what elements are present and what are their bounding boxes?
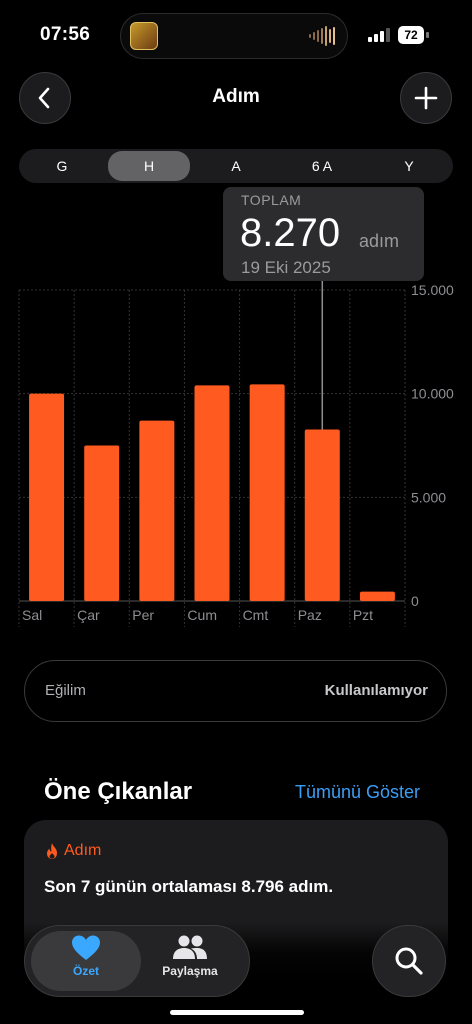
people-icon — [173, 935, 207, 959]
x-tick-label: Paz — [298, 607, 322, 623]
tab-bar: Özet Paylaşma — [24, 925, 250, 997]
bar-Cmt — [249, 384, 285, 601]
battery-indicator: 72 — [398, 26, 430, 44]
search-button[interactable] — [372, 925, 446, 997]
x-tick-label: Cmt — [243, 607, 269, 623]
segment-month[interactable]: A — [193, 149, 279, 183]
tooltip-label: TOPLAM — [241, 192, 302, 208]
bar-Çar — [84, 445, 120, 601]
selection-tooltip: TOPLAM 8.270 adım 19 Eki 2025 — [223, 187, 424, 281]
x-tick-label: Cum — [187, 607, 217, 623]
now-playing-app-icon[interactable] — [130, 22, 158, 50]
x-tick-label: Çar — [77, 607, 100, 623]
y-tick-label: 0 — [411, 593, 419, 609]
trend-row[interactable]: Eğilim Kullanılamıyor — [24, 660, 447, 722]
tooltip-value: 8.270 — [240, 211, 341, 255]
highlight-category: Adım — [44, 842, 101, 860]
segment-day[interactable]: G — [19, 149, 105, 183]
highlights-title: Öne Çıkanlar — [44, 778, 193, 805]
status-time: 07:56 — [40, 24, 91, 45]
bar-Pzt — [359, 591, 395, 601]
show-all-link[interactable]: Tümünü Göster — [295, 782, 420, 803]
y-tick-label: 15.000 — [411, 282, 454, 298]
trend-label: Eğilim — [45, 682, 86, 699]
segment-week[interactable]: H — [108, 151, 190, 181]
search-icon — [395, 947, 423, 975]
tab-summary-label: Özet — [72, 964, 99, 978]
highlight-text: Son 7 günün ortalaması 8.796 adım. — [44, 877, 334, 896]
tab-sharing-label: Paylaşma — [162, 964, 218, 978]
segment-year[interactable]: Y — [365, 149, 453, 183]
heart-icon — [72, 935, 100, 960]
x-tick-label: Sal — [22, 607, 42, 623]
segment-six-months[interactable]: 6 A — [279, 149, 365, 183]
tab-sharing[interactable]: Paylaşma — [135, 934, 245, 978]
tooltip-unit: adım — [359, 231, 400, 251]
audio-waveform-icon — [309, 26, 335, 46]
cellular-signal-icon — [368, 28, 390, 42]
battery-level: 72 — [398, 26, 424, 44]
bar-Per — [139, 420, 175, 601]
bar-Cum — [194, 385, 230, 601]
y-tick-label: 5.000 — [411, 489, 446, 505]
bar-Paz — [304, 429, 340, 601]
add-data-button[interactable] — [400, 72, 452, 124]
x-tick-label: Pzt — [353, 607, 373, 623]
tooltip-date: 19 Eki 2025 — [241, 258, 331, 277]
x-tick-label: Per — [132, 607, 154, 623]
flame-icon — [47, 843, 57, 859]
y-tick-label: 10.000 — [411, 386, 454, 402]
plus-icon — [414, 86, 438, 110]
time-range-segmented-control: G H A 6 A Y — [19, 149, 453, 183]
steps-bar-chart[interactable]: 15.000 10.000 5.000 0 Sal Çar Per Cum Cmt Paz Pzt — [0, 278, 472, 628]
bar-Sal — [29, 393, 65, 601]
trend-value: Kullanılamıyor — [324, 682, 428, 699]
home-indicator — [170, 1010, 304, 1015]
battery-tip — [426, 32, 429, 38]
highlight-category-label: Adım — [64, 842, 102, 859]
tab-summary[interactable]: Özet — [31, 934, 141, 978]
